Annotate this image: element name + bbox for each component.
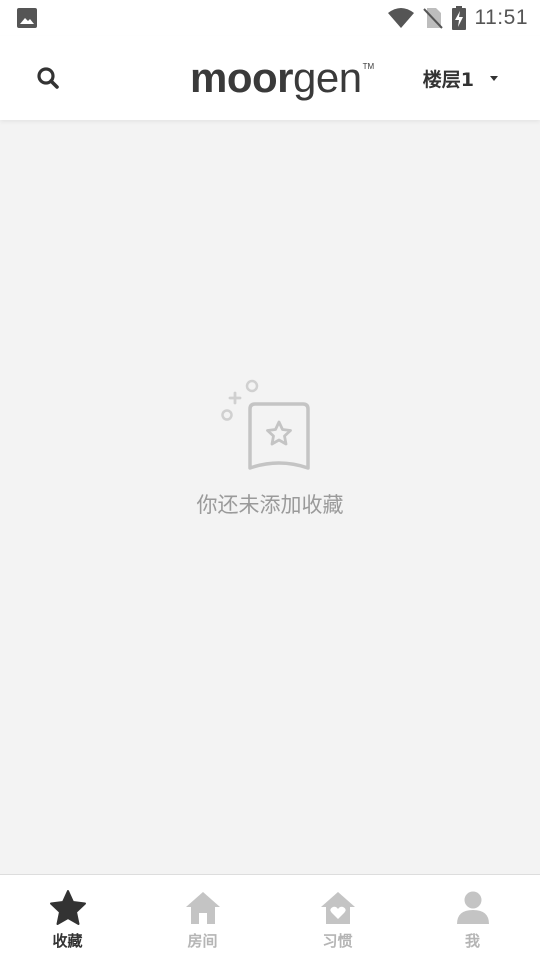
- status-icons: 11:51: [387, 4, 529, 32]
- image-icon: [16, 7, 38, 29]
- brand-logo: moorgen TM: [190, 50, 374, 106]
- star-icon: [49, 889, 87, 927]
- brand-light-text: gen: [293, 54, 362, 101]
- floor-label: 楼层1: [422, 68, 474, 91]
- wifi-icon: [387, 7, 415, 29]
- search-icon[interactable]: [34, 64, 62, 92]
- battery-charging-icon: [451, 6, 467, 30]
- person-icon: [454, 889, 492, 927]
- tab-me[interactable]: 我: [405, 875, 540, 960]
- caret-down-icon: [490, 75, 498, 81]
- tab-habits-label: 习惯: [322, 932, 353, 950]
- empty-state: 你还未添加收藏: [0, 375, 540, 519]
- tab-favorites[interactable]: 收藏: [0, 875, 135, 960]
- tab-habits[interactable]: 习惯: [270, 875, 405, 960]
- tab-me-label: 我: [464, 932, 480, 950]
- status-bar: 11:51: [0, 0, 540, 36]
- tab-favorites-label: 收藏: [52, 932, 83, 950]
- home-icon: [184, 889, 222, 927]
- tab-rooms[interactable]: 房间: [135, 875, 270, 960]
- favorite-empty-icon: [220, 375, 320, 475]
- bottom-nav: 收藏 房间 习惯 我: [0, 874, 540, 960]
- brand-bold-text: moor: [190, 54, 294, 101]
- floor-selector[interactable]: 楼层1: [423, 62, 498, 94]
- empty-message: 你还未添加收藏: [196, 493, 344, 517]
- tab-rooms-label: 房间: [187, 932, 218, 950]
- brand-trademark: TM: [362, 62, 375, 71]
- app-header: moorgen TM 楼层1: [0, 36, 540, 120]
- status-time: 11:51: [474, 6, 528, 29]
- home-heart-icon: [319, 889, 357, 927]
- no-sim-icon: [422, 7, 443, 29]
